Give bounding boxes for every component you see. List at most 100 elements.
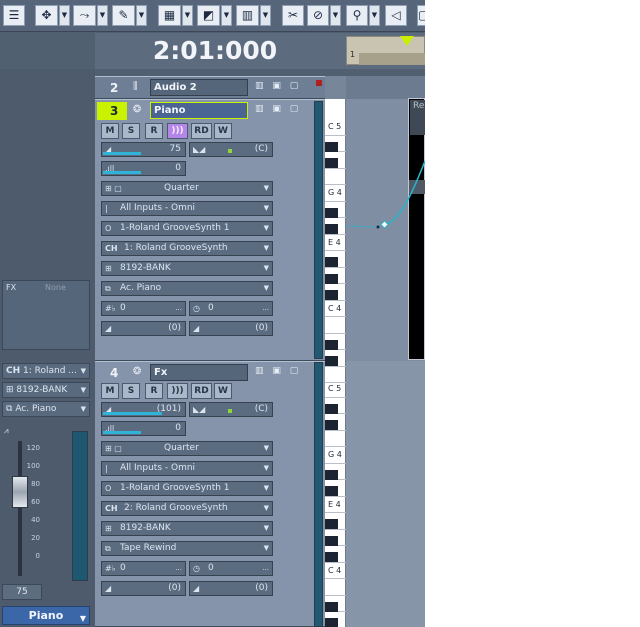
black-key[interactable] (325, 519, 338, 529)
audition-icon[interactable]: ◁ (385, 5, 407, 26)
white-key[interactable]: E 4 (325, 497, 346, 513)
automation-envelope[interactable] (325, 99, 425, 259)
pan-control[interactable]: ◣◢ (C) (189, 402, 273, 417)
send-1-control[interactable]: ◢ (0) (101, 581, 186, 596)
track-strip-icons[interactable]: ▥ ▣ ▢ (255, 104, 301, 114)
white-key[interactable]: C 4 (325, 301, 346, 317)
input-select[interactable]: | All Inputs - Omni ▼ (101, 461, 273, 476)
clips-pane-lower[interactable] (346, 361, 425, 627)
mute-button[interactable]: M (101, 383, 119, 399)
zoom-dropdown[interactable]: ▼ (369, 5, 380, 26)
time-offset-field[interactable]: ◷ 0 ... (189, 561, 273, 576)
track-2[interactable]: 2 ⫼ Audio 2 ▥ ▣ ▢ (95, 76, 325, 99)
event-list-dropdown[interactable]: ▼ (260, 5, 271, 26)
white-key[interactable] (325, 317, 346, 334)
fader-track[interactable] (18, 441, 22, 576)
record-arm-button[interactable]: R (145, 383, 163, 399)
black-key[interactable] (325, 290, 338, 300)
select-tool-dropdown[interactable]: ▼ (59, 5, 70, 26)
snap-grid-icon[interactable]: ▦ (158, 5, 181, 26)
white-key[interactable]: C 5 (325, 381, 346, 398)
now-time-display[interactable]: 2:01:000 (100, 36, 330, 65)
record-arm-button[interactable]: R (145, 123, 163, 139)
black-key[interactable] (325, 469, 338, 480)
black-key[interactable] (325, 420, 338, 430)
track-name-field[interactable]: Audio 2 (150, 79, 248, 96)
playhead-marker[interactable] (400, 36, 414, 46)
output-select[interactable]: O 1-Roland GrooveSynth 1 ▼ (101, 481, 273, 496)
track-strip-icons[interactable]: ▥ ▣ ▢ (255, 366, 301, 376)
black-key[interactable] (325, 486, 338, 496)
write-automation-button[interactable]: W (214, 123, 232, 139)
black-key[interactable] (325, 552, 338, 562)
bank-select[interactable]: ⊞ 8192-BANK ▼ (101, 261, 273, 276)
volume-control[interactable]: ◢ 75 (101, 142, 186, 157)
pan-control[interactable]: ◣◢ (C) (189, 142, 273, 157)
select-tool-icon[interactable]: ✥ (35, 5, 58, 26)
scissors-icon[interactable]: ✂ (282, 5, 304, 26)
black-key[interactable] (325, 601, 338, 612)
inspector-patch[interactable]: ⧉ Ac. Piano ▼ (2, 401, 90, 417)
inspector-channel[interactable]: CH 1: Roland ... ▼ (2, 363, 90, 379)
more-icon[interactable]: ▢ (417, 5, 425, 26)
black-key[interactable] (325, 618, 338, 627)
volume-fader-knob[interactable] (12, 476, 28, 508)
fx-bin[interactable]: FX None (2, 280, 90, 350)
event-list-icon[interactable]: ▥ (236, 5, 259, 26)
black-key[interactable] (325, 403, 338, 414)
mute-tool-dropdown[interactable]: ▼ (330, 5, 341, 26)
input-echo-button[interactable]: ))) (167, 123, 188, 139)
solo-button[interactable]: S (122, 123, 140, 139)
time-offset-field[interactable]: ◷ 0 ... (189, 301, 273, 316)
crop-tool-dropdown[interactable]: ▼ (221, 5, 232, 26)
black-key[interactable] (325, 356, 338, 366)
track-3[interactable]: 3 ❂ Piano ▥ ▣ ▢ M S R ))) RD W ◢ 75 ◣◢ (… (95, 99, 325, 361)
track-name-field[interactable]: Fx (150, 364, 248, 381)
channel-select[interactable]: CH 1: Roland GrooveSynth ▼ (101, 241, 273, 256)
white-key[interactable] (325, 579, 346, 596)
solo-button[interactable]: S (122, 383, 140, 399)
read-automation-button[interactable]: RD (191, 383, 212, 399)
send-2-control[interactable]: ◢ (0) (189, 581, 273, 596)
patch-select[interactable]: ⧉ Tape Rewind ▼ (101, 541, 273, 556)
bank-select[interactable]: ⊞ 8192-BANK ▼ (101, 521, 273, 536)
pencil-tool-dropdown[interactable]: ▼ (136, 5, 147, 26)
write-automation-button[interactable]: W (214, 383, 232, 399)
black-key[interactable] (325, 273, 338, 284)
channel-select[interactable]: CH 2: Roland GrooveSynth ▼ (101, 501, 273, 516)
quantize-select[interactable]: ⊞ ▢ Quarter ▼ (101, 441, 273, 456)
read-automation-button[interactable]: RD (191, 123, 212, 139)
crop-tool-icon[interactable]: ◩ (197, 5, 220, 26)
pencil-tool-icon[interactable]: ✎ (112, 5, 135, 26)
track-4[interactable]: 4 ❂ Fx ▥ ▣ ▢ M S R ))) RD W ◢ (101) ◣◢ (… (95, 361, 325, 627)
mute-tool-icon[interactable]: ⊘ (307, 5, 329, 26)
draw-line-icon[interactable]: ⤳ (73, 5, 96, 26)
mute-button[interactable]: M (101, 123, 119, 139)
volume-control[interactable]: ◢ (101) (101, 402, 186, 417)
output-select[interactable]: O 1-Roland GrooveSynth 1 ▼ (101, 221, 273, 236)
patch-select[interactable]: ⧉ Ac. Piano ▼ (101, 281, 273, 296)
input-select[interactable]: | All Inputs - Omni ▼ (101, 201, 273, 216)
track-name-field[interactable]: Piano (150, 102, 248, 119)
key-offset-field[interactable]: #♭ 0 ... (101, 561, 186, 576)
velocity-control[interactable]: .ıll 0 (101, 161, 186, 176)
white-key[interactable]: G 4 (325, 447, 346, 464)
white-key[interactable]: C 4 (325, 563, 346, 579)
send-2-control[interactable]: ◢ (0) (189, 321, 273, 336)
black-key[interactable] (325, 339, 338, 350)
zoom-icon[interactable]: ⚲ (346, 5, 368, 26)
volume-value-field[interactable]: 75 (2, 584, 42, 600)
inspector-track-name[interactable]: Piano ▼ (2, 606, 90, 625)
inspector-bank[interactable]: ⊞ 8192-BANK ▼ (2, 382, 90, 398)
draw-line-dropdown[interactable]: ▼ (97, 5, 108, 26)
snap-grid-dropdown[interactable]: ▼ (182, 5, 193, 26)
loop-region[interactable] (359, 53, 425, 65)
velocity-control[interactable]: .ıll 0 (101, 421, 186, 436)
key-offset-field[interactable]: #♭ 0 ... (101, 301, 186, 316)
black-key[interactable] (325, 535, 338, 546)
white-key[interactable] (325, 431, 346, 447)
quantize-select[interactable]: ⊞ ▢ Quarter ▼ (101, 181, 273, 196)
add-track-icon[interactable]: ☰ (3, 5, 25, 26)
send-1-control[interactable]: ◢ (0) (101, 321, 186, 336)
track-strip-icons[interactable]: ▥ ▣ ▢ (255, 81, 301, 91)
